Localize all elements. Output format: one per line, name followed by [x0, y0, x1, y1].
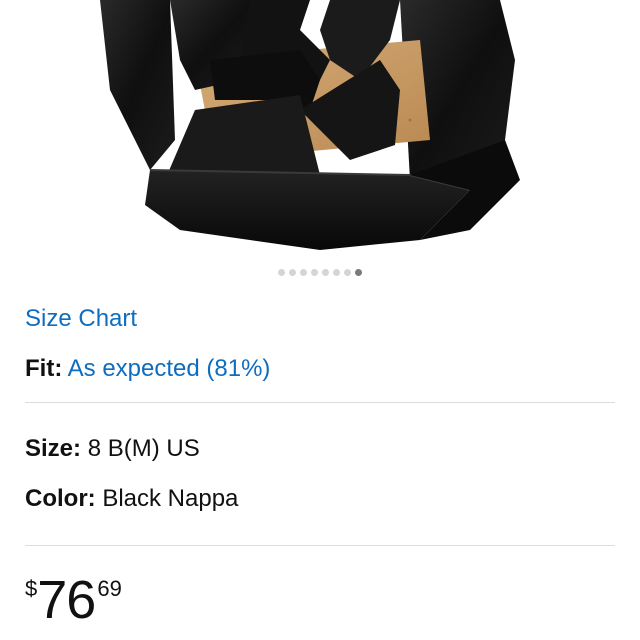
fit-value-link[interactable]: As expected (81%) — [68, 355, 271, 382]
carousel-dot-active[interactable] — [355, 269, 362, 276]
carousel-dot[interactable] — [344, 269, 351, 276]
color-row[interactable]: Color: Black Nappa — [25, 485, 238, 513]
carousel-dot[interactable] — [333, 269, 340, 276]
color-label: Color: — [25, 485, 96, 512]
price-whole: 76 — [37, 570, 96, 630]
fit-row: Fit: As expected (81%) — [25, 355, 270, 383]
image-carousel-dots[interactable] — [0, 269, 640, 279]
color-value: Black Nappa — [102, 485, 239, 512]
size-value: 8 B(M) US — [87, 435, 200, 462]
size-row[interactable]: Size: 8 B(M) US — [25, 435, 200, 463]
price-fraction: 69 — [97, 576, 122, 601]
size-label: Size: — [25, 435, 82, 462]
price: $7669 — [25, 570, 122, 630]
product-image[interactable] — [0, 0, 640, 262]
carousel-dot[interactable] — [300, 269, 307, 276]
divider — [25, 402, 615, 403]
carousel-dot[interactable] — [311, 269, 318, 276]
price-currency: $ — [25, 576, 38, 601]
size-chart-link[interactable]: Size Chart — [25, 305, 137, 333]
carousel-dot[interactable] — [322, 269, 329, 276]
divider — [25, 545, 615, 546]
carousel-dot[interactable] — [289, 269, 296, 276]
carousel-dot[interactable] — [278, 269, 285, 276]
fit-label: Fit: — [25, 355, 63, 382]
wedge-sandal-image — [100, 0, 520, 250]
